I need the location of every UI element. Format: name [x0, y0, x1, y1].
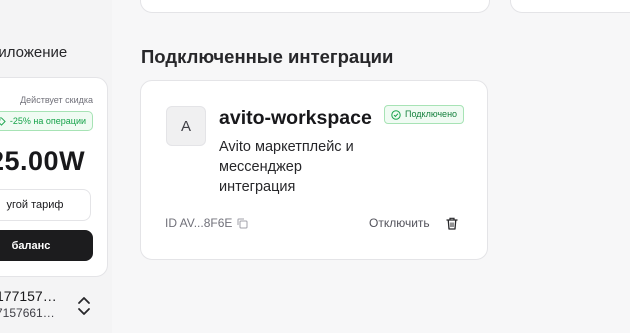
status-text: Подключено — [405, 109, 458, 119]
integration-card: A avito-workspace Подключено Avito марке… — [140, 80, 488, 260]
integration-id: ID AV...8F6E — [165, 216, 248, 230]
discount-badge-text: -25% на операции — [9, 116, 86, 126]
section-title: Подключенные интеграции — [141, 46, 394, 67]
integration-id-text: ID AV...8F6E — [165, 216, 233, 230]
check-circle-icon — [391, 109, 401, 120]
top-up-balance-button[interactable]: баланс — [0, 230, 93, 261]
integration-description: Avito маркетплейс и мессенджер интеграци… — [219, 139, 354, 195]
plan-card: Действует скидка -25% на операции 25.00W… — [0, 77, 108, 277]
discount-badge: -25% на операции — [0, 111, 93, 131]
other-plan-button[interactable]: угой тариф — [0, 189, 91, 221]
account-id: 7157661… — [0, 306, 55, 320]
integration-name: avito-workspace — [219, 107, 372, 129]
top-card — [510, 0, 630, 13]
status-badge: Подключено — [384, 105, 465, 124]
chevron-up-down-icon[interactable] — [77, 296, 91, 316]
account-switcher[interactable]: 177157… 7157661… — [0, 286, 106, 326]
disconnect-button[interactable]: Отключить — [369, 216, 430, 230]
integration-avatar: A — [166, 106, 206, 146]
copy-icon[interactable] — [237, 218, 248, 229]
account-name: 177157… — [0, 288, 57, 304]
trash-icon[interactable] — [445, 216, 459, 231]
plan-price: 25.00W — [0, 146, 86, 176]
sidebar-title: риложение — [0, 44, 68, 61]
sidebar: риложение Действует скидка -25% на опера… — [0, 0, 112, 333]
top-card — [140, 0, 490, 13]
discount-label: Действует скидка — [20, 95, 93, 105]
tag-icon — [0, 116, 6, 126]
